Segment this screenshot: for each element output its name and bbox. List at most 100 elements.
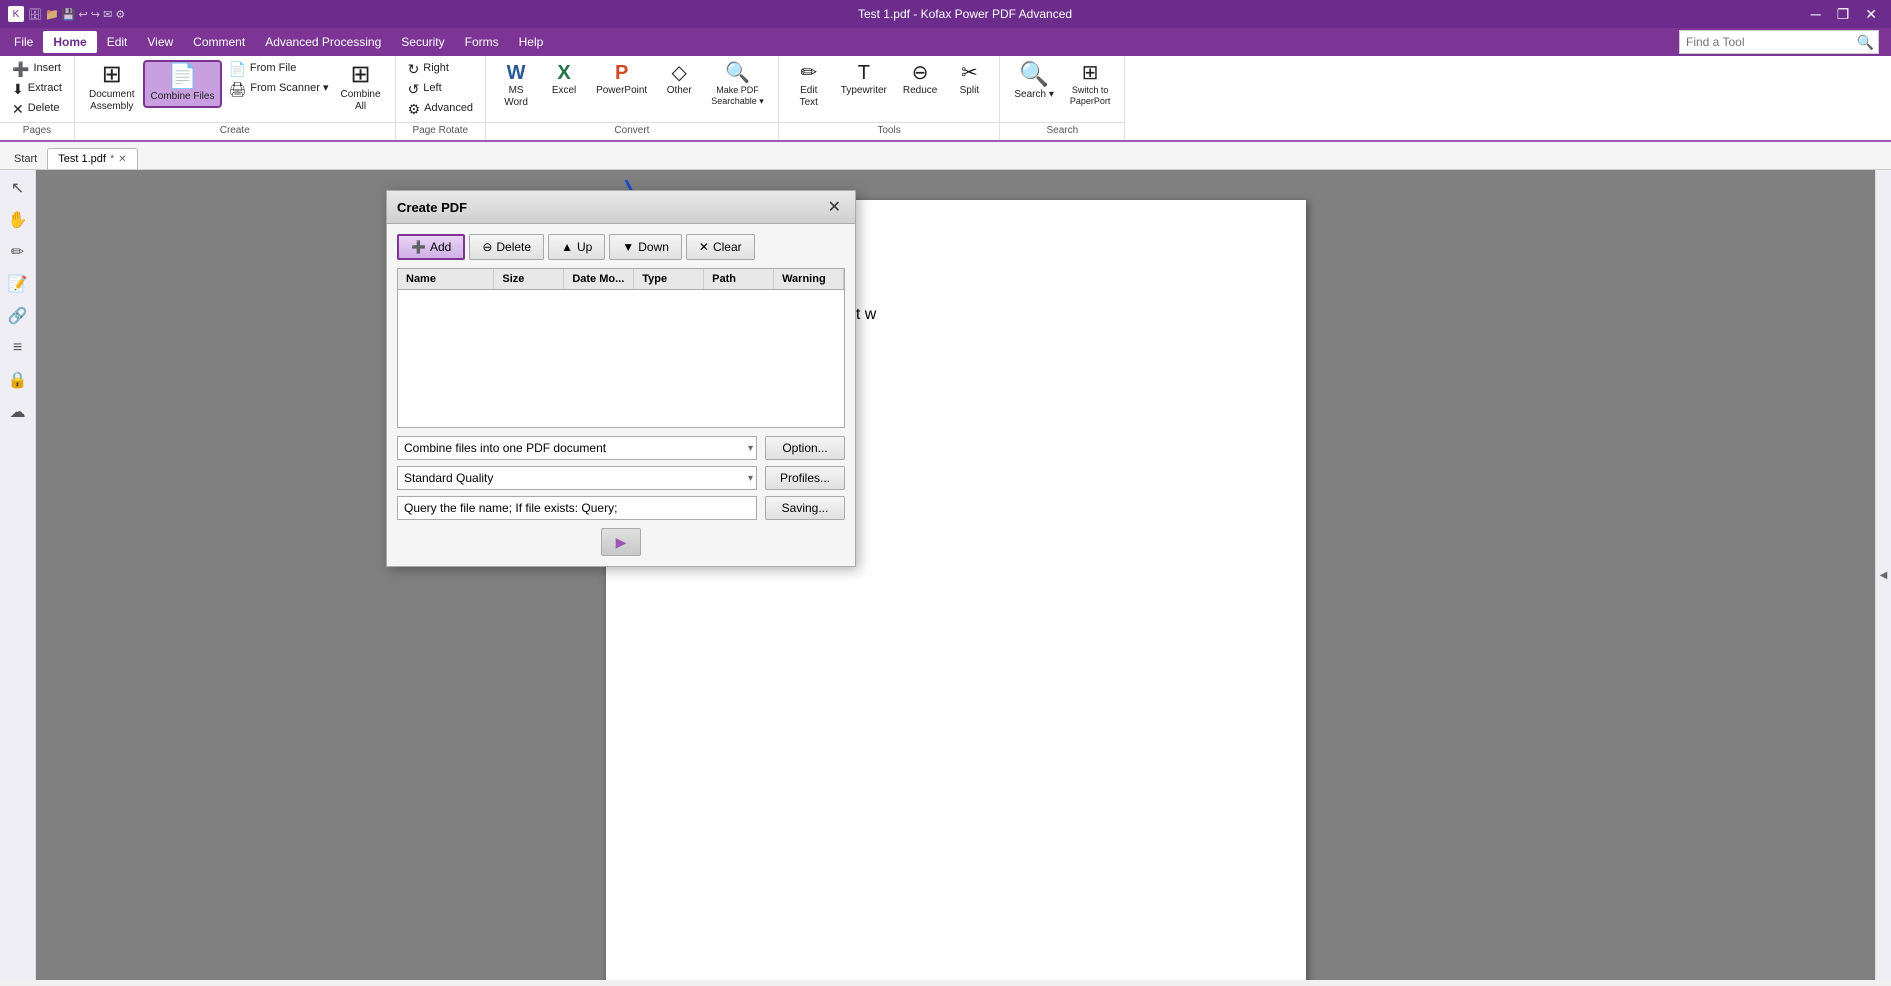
ribbon-btn-search[interactable]: 🔍 Search ▾ xyxy=(1008,60,1059,104)
search-icon: 🔍 xyxy=(1019,63,1049,87)
menu-security[interactable]: Security xyxy=(391,31,454,53)
ribbon-btn-powerpoint[interactable]: P PowerPoint xyxy=(590,60,653,100)
combine-options-select[interactable]: Combine files into one PDF document Appe… xyxy=(397,436,757,460)
menu-help[interactable]: Help xyxy=(509,31,554,53)
ribbon-btn-document-assembly[interactable]: ⊞ DocumentAssembly xyxy=(83,60,141,116)
ribbon-btn-reduce[interactable]: ⊖ Reduce xyxy=(897,60,943,100)
filename-input[interactable] xyxy=(397,496,757,520)
dialog-delete-icon: ⊖ xyxy=(482,240,492,254)
tool-note[interactable]: 📝 xyxy=(4,270,32,298)
ribbon-btn-make-pdf-searchable[interactable]: 🔍 Make PDFSearchable ▾ xyxy=(705,60,770,110)
find-tool-search-icon[interactable]: 🔍 xyxy=(1853,34,1878,51)
ribbon-btn-rotate-advanced[interactable]: ⚙ Advanced xyxy=(404,100,478,118)
minimize-button[interactable]: ─ xyxy=(1805,4,1827,25)
find-tool-input[interactable] xyxy=(1680,35,1853,49)
file-list-body xyxy=(398,290,844,420)
tool-lock[interactable]: 🔒 xyxy=(4,366,32,394)
menu-file[interactable]: File xyxy=(4,31,43,53)
file-list-header: Name Size Date Mo... Type Path Warning xyxy=(398,269,844,290)
tool-pan[interactable]: ✋ xyxy=(4,206,32,234)
dialog-run-button[interactable]: ▶ xyxy=(601,528,641,556)
close-button[interactable]: ✕ xyxy=(1859,4,1883,25)
menu-edit[interactable]: Edit xyxy=(97,31,138,53)
ribbon-btn-extract[interactable]: ⬇ Extract xyxy=(8,80,66,98)
ribbon-btn-split[interactable]: ✂ Split xyxy=(947,60,991,100)
dialog-down-button[interactable]: ▼ Down xyxy=(609,234,682,260)
dialog-toolbar: ➕ Add ⊖ Delete ▲ Up ▼ Down xyxy=(397,234,845,260)
menu-view[interactable]: View xyxy=(137,31,183,53)
file-list: Name Size Date Mo... Type Path Warning xyxy=(397,268,845,428)
dialog-option-button[interactable]: Option... xyxy=(765,436,845,460)
ribbon-group-page-rotate: ↻ Right ↺ Left ⚙ Advanced Page Rotate xyxy=(396,56,487,140)
col-path: Path xyxy=(704,269,774,289)
ribbon-btn-insert[interactable]: ➕ Insert xyxy=(8,60,66,78)
ribbon-btn-ms-word[interactable]: W MSWord xyxy=(494,60,538,112)
ribbon-btn-excel[interactable]: X Excel xyxy=(542,60,586,100)
quality-options-select[interactable]: Standard Quality High Quality Low Qualit… xyxy=(397,466,757,490)
ribbon-btn-rotate-right[interactable]: ↻ Right xyxy=(404,60,478,78)
insert-icon: ➕ xyxy=(12,62,29,76)
page-rotate-group-label: Page Rotate xyxy=(396,122,486,138)
dialog-profiles-button[interactable]: Profiles... xyxy=(765,466,845,490)
dialog-saving-button[interactable]: Saving... xyxy=(765,496,845,520)
ribbon-btn-typewriter[interactable]: T Typewriter xyxy=(835,60,893,100)
dialog-run-row: ▶ xyxy=(397,528,845,556)
find-tool-area: 🔍 xyxy=(1671,30,1887,54)
col-name: Name xyxy=(398,269,494,289)
menu-advanced-processing[interactable]: Advanced Processing xyxy=(255,31,391,53)
restore-button[interactable]: ❐ xyxy=(1831,4,1856,25)
right-panel-collapse[interactable]: ◀ xyxy=(1875,170,1891,980)
menu-comment[interactable]: Comment xyxy=(183,31,255,53)
ribbon-btn-rotate-left[interactable]: ↺ Left xyxy=(404,80,478,98)
ribbon-btn-switch-paperport[interactable]: ⊞ Switch toPaperPort xyxy=(1064,60,1117,110)
left-toolbar: ↖ ✋ ✏ 📝 🔗 ≡ 🔒 ☁ xyxy=(0,170,36,980)
tool-cloud[interactable]: ☁ xyxy=(4,398,32,426)
ribbon-group-create: ⊞ DocumentAssembly 📄 Combine Files 📄 Fro… xyxy=(75,56,396,140)
dialog-delete-button[interactable]: ⊖ Delete xyxy=(469,234,544,260)
tab-close-button[interactable]: ✕ xyxy=(118,154,126,165)
edit-text-icon: ✏ xyxy=(800,63,817,83)
ribbon-btn-combine-files[interactable]: 📄 Combine Files xyxy=(143,60,223,108)
ribbon-btn-combine-all[interactable]: ⊞ CombineAll xyxy=(335,60,387,116)
from-scanner-icon: 🖨 xyxy=(228,82,246,96)
tool-link[interactable]: 🔗 xyxy=(4,302,32,330)
app-icon: K xyxy=(8,6,24,22)
tab-start[interactable]: Start xyxy=(4,149,47,169)
tool-pen[interactable]: ✏ xyxy=(4,238,32,266)
ribbon-btn-other[interactable]: ◇ Other xyxy=(657,60,701,100)
tool-select[interactable]: ↖ xyxy=(4,174,32,202)
ribbon-group-tools: ✏ EditText T Typewriter ⊖ Reduce ✂ Split… xyxy=(779,56,1001,140)
ribbon-btn-from-file[interactable]: 📄 From File xyxy=(224,60,332,78)
ribbon-group-convert: W MSWord X Excel P PowerPoint ◇ Other 🔍 … xyxy=(486,56,779,140)
dialog-titlebar: Create PDF ✕ xyxy=(387,191,855,224)
menu-home[interactable]: Home xyxy=(43,31,96,53)
extract-icon: ⬇ xyxy=(12,82,24,96)
dialog-up-button[interactable]: ▲ Up xyxy=(548,234,605,260)
pages-group-label: Pages xyxy=(0,122,74,138)
ribbon-group-pages: ➕ Insert ⬇ Extract ✕ Delete Pages xyxy=(0,56,75,140)
quality-select-wrapper: Standard Quality High Quality Low Qualit… xyxy=(397,466,757,490)
dialog-body: ➕ Add ⊖ Delete ▲ Up ▼ Down xyxy=(387,224,855,566)
menu-forms[interactable]: Forms xyxy=(455,31,509,53)
delete-icon: ✕ xyxy=(12,102,24,116)
title-bar: K 🗄 📁 💾 ↩ ↪ ✉ ⚙ Test 1.pdf - Kofax Power… xyxy=(0,0,1891,28)
dialog-title: Create PDF xyxy=(397,200,467,215)
col-warning: Warning xyxy=(774,269,844,289)
rotate-advanced-icon: ⚙ xyxy=(408,102,421,116)
create-pdf-dialog: Create PDF ✕ ➕ Add ⊖ Delete ▲ Up xyxy=(386,190,856,567)
tool-list[interactable]: ≡ xyxy=(4,334,32,362)
combine-all-icon: ⊞ xyxy=(350,63,370,87)
col-size: Size xyxy=(494,269,564,289)
up-icon: ▲ xyxy=(561,240,573,254)
dialog-clear-button[interactable]: ✕ Clear xyxy=(686,234,755,260)
tab-document[interactable]: Test 1.pdf * ✕ xyxy=(47,148,137,169)
reduce-icon: ⊖ xyxy=(912,63,929,83)
dialog-add-button[interactable]: ➕ Add xyxy=(397,234,465,260)
ribbon-btn-delete[interactable]: ✕ Delete xyxy=(8,100,66,118)
ribbon-btn-from-scanner[interactable]: 🖨 From Scanner ▾ xyxy=(224,80,332,98)
tab-bar: Start Test 1.pdf * ✕ xyxy=(0,142,1891,170)
dialog-close-button[interactable]: ✕ xyxy=(824,197,845,217)
window-controls: ─ ❐ ✕ xyxy=(1805,4,1883,25)
plus-icon: ➕ xyxy=(411,240,426,254)
ribbon-btn-edit-text[interactable]: ✏ EditText xyxy=(787,60,831,112)
